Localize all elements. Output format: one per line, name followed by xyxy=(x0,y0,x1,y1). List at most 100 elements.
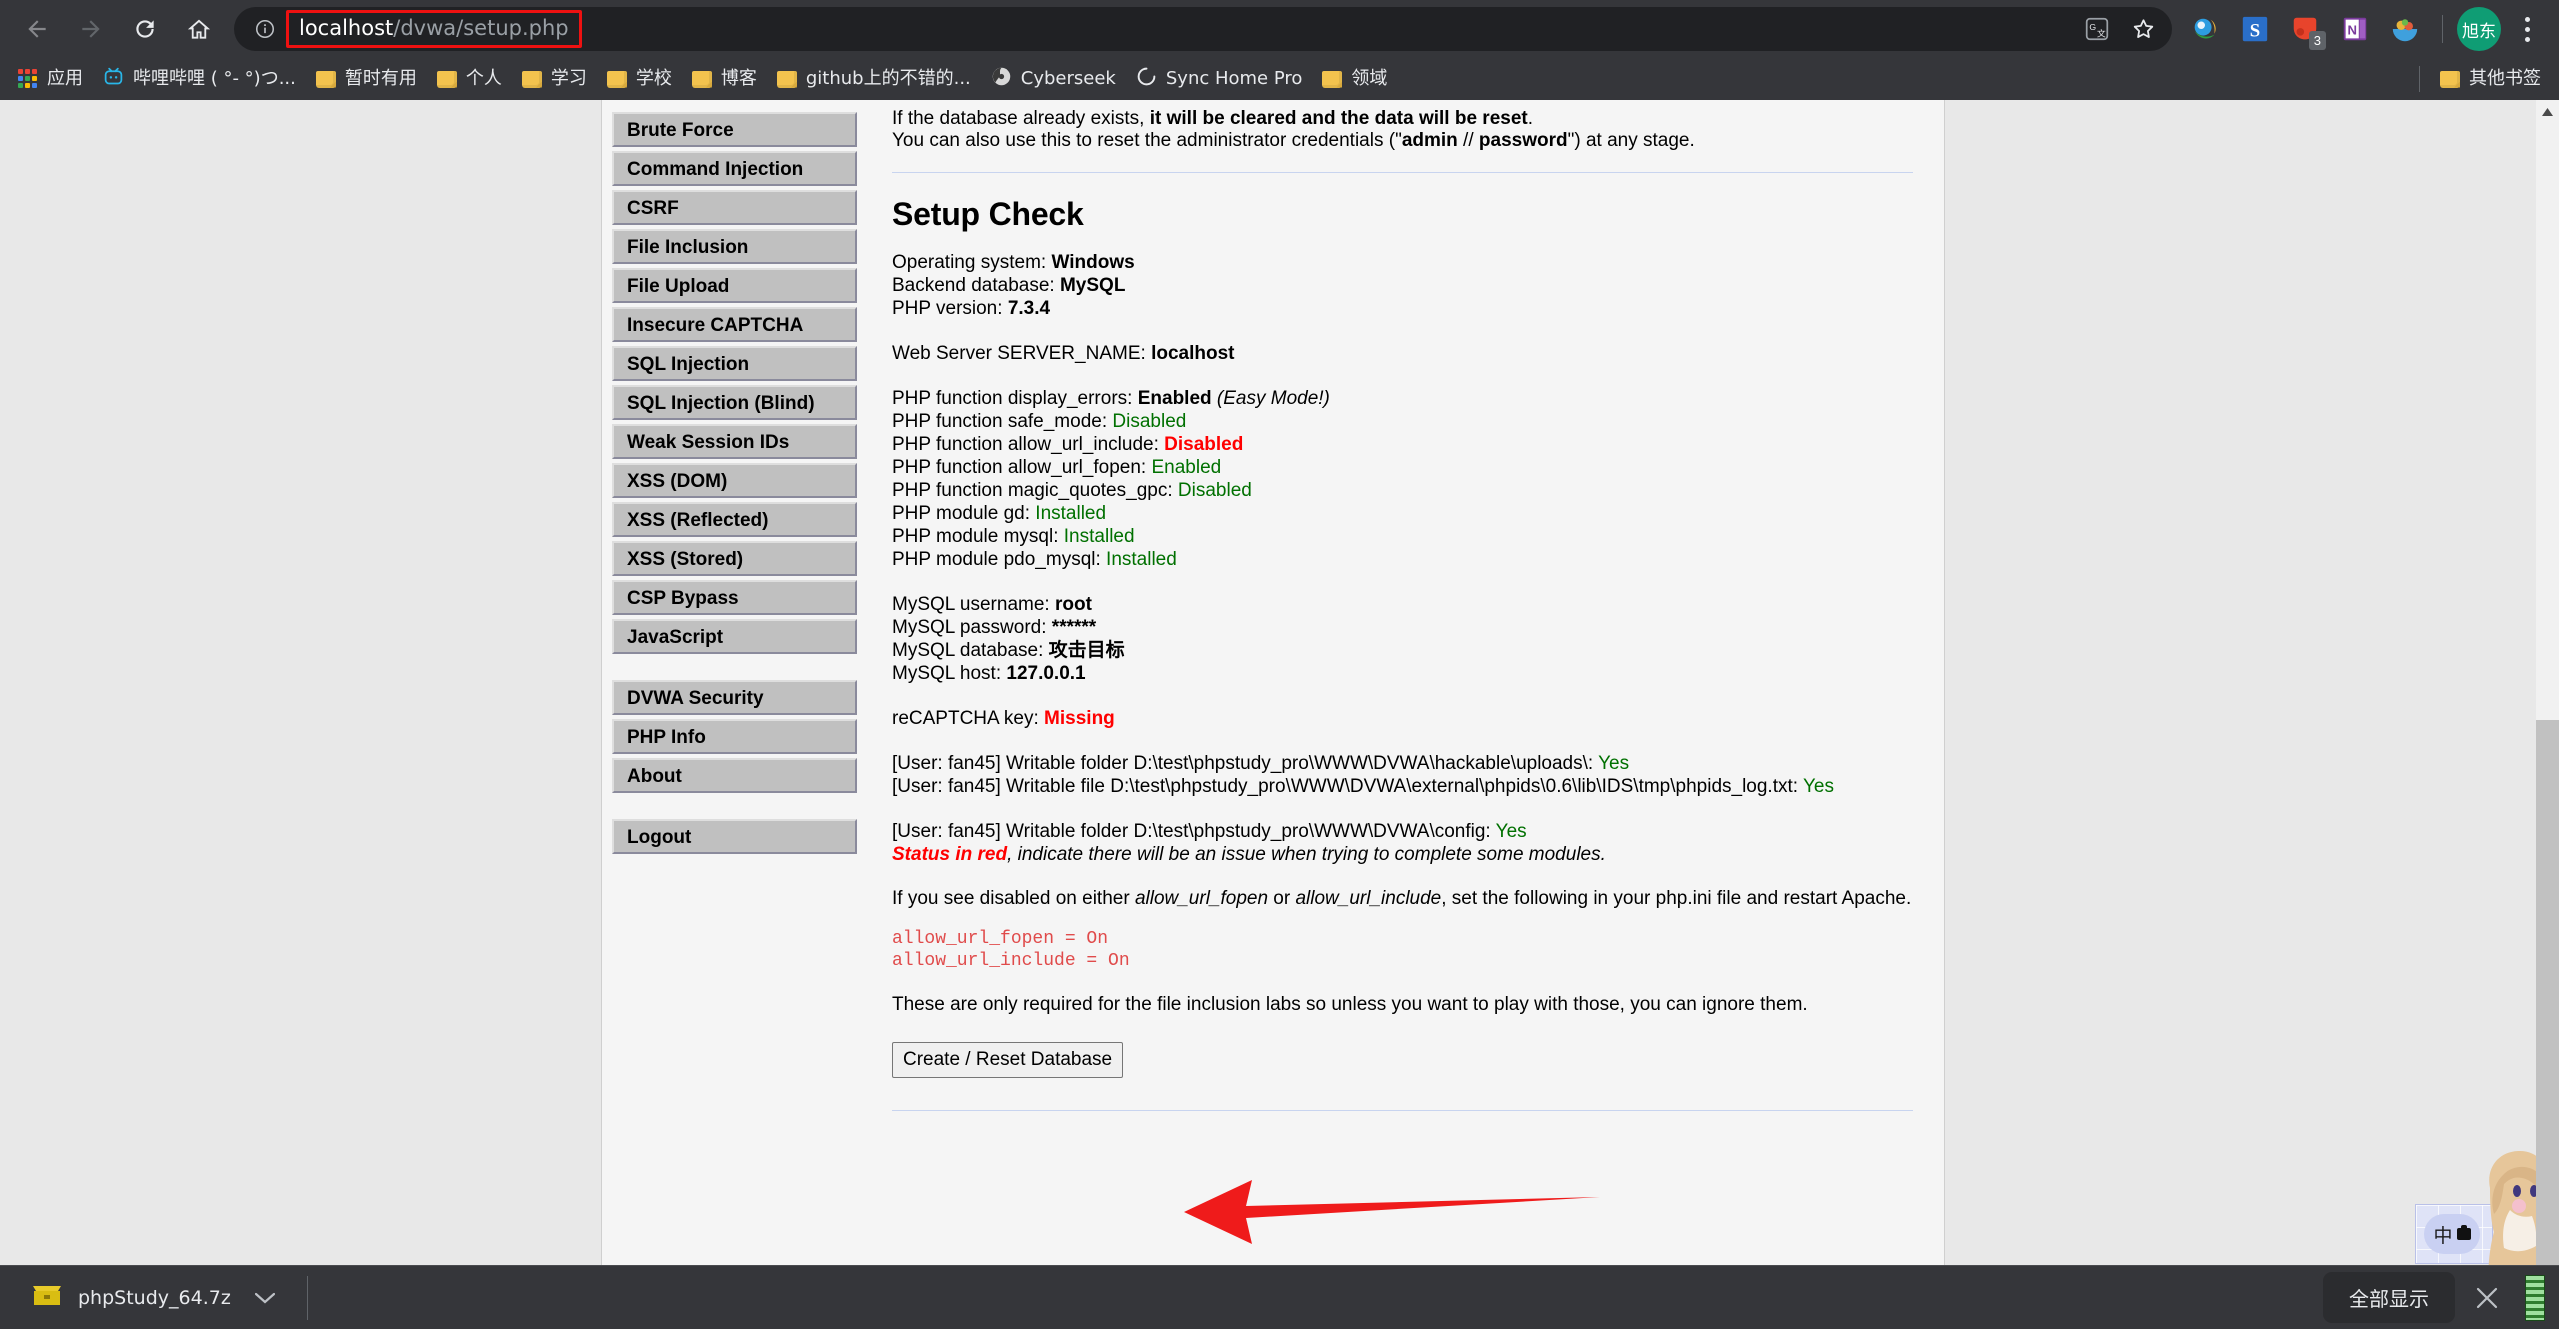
intro-line2-d: password xyxy=(1479,130,1568,151)
browser-toolbar: localhost/dvwa/setup.php G文 xyxy=(0,0,2559,58)
writable-value: Yes xyxy=(1598,753,1629,774)
create-reset-database-button[interactable]: Create / Reset Database xyxy=(892,1042,1123,1078)
archive-icon xyxy=(32,1282,62,1313)
url-path: /dvwa/setup.php xyxy=(393,16,568,40)
check-value: Installed xyxy=(1106,549,1177,570)
bookmark-folder-lingyu[interactable]: 领域 xyxy=(1312,65,1397,93)
bookmark-folder-temp[interactable]: 暂时有用 xyxy=(306,65,427,93)
intro-line2-c: // xyxy=(1458,130,1479,151)
avatar[interactable]: 旭东 xyxy=(2457,7,2501,51)
folder-icon xyxy=(316,71,336,88)
menu-item-csp-bypass[interactable]: CSP Bypass xyxy=(612,580,857,615)
reload-button[interactable] xyxy=(118,2,172,56)
menu-gap xyxy=(612,658,857,680)
onenote-icon[interactable]: N xyxy=(2332,6,2378,52)
folder-icon xyxy=(437,71,457,88)
writable-label: [User: fan45] Writable folder D:\test\ph… xyxy=(892,753,1598,774)
reset-form: Create / Reset Database xyxy=(892,1042,1913,1078)
recaptcha-value: Missing xyxy=(1044,708,1115,729)
address-bar[interactable]: localhost/dvwa/setup.php G文 xyxy=(234,7,2172,51)
bookmark-label: Cyberseek xyxy=(1021,70,1116,88)
db-row: Backend database: MySQL xyxy=(892,274,1913,297)
bookmark-label: 博客 xyxy=(721,70,757,88)
bookmark-bilibili[interactable]: 哔哩哔哩 ( °- °)つ... xyxy=(93,61,306,97)
php-version-label: PHP version: xyxy=(892,298,1008,319)
intro-line2-e: ") at any stage. xyxy=(1568,130,1695,151)
site-info-icon[interactable] xyxy=(248,12,282,46)
ime-language-bar[interactable]: 中 xyxy=(2415,1204,2493,1264)
other-bookmarks-folder[interactable]: 其他书签 xyxy=(2430,65,2551,93)
svg-text:文: 文 xyxy=(2097,28,2106,39)
intro-line2-a: You can also use this to reset the admin… xyxy=(892,130,1402,151)
menu-item-file-upload[interactable]: File Upload xyxy=(612,268,857,303)
menu-item-xss-reflected[interactable]: XSS (Reflected) xyxy=(612,502,857,537)
folder-icon xyxy=(2440,71,2460,88)
bookmark-label: Sync Home Pro xyxy=(1166,70,1303,88)
bookmarks-divider xyxy=(2419,66,2420,92)
menu-item-weak-session-ids[interactable]: Weak Session IDs xyxy=(612,424,857,459)
os-label: Operating system: xyxy=(892,252,1051,273)
menu-item-sql-injection-blind[interactable]: SQL Injection (Blind) xyxy=(612,385,857,420)
php-checks-block: PHP function display_errors: Enabled (Ea… xyxy=(892,387,1913,571)
divider-top xyxy=(892,172,1913,173)
menu-item-logout[interactable]: Logout xyxy=(612,819,857,854)
menu-item-sql-injection[interactable]: SQL Injection xyxy=(612,346,857,381)
menu-item-javascript[interactable]: JavaScript xyxy=(612,619,857,654)
menu-item-command-injection[interactable]: Command Injection xyxy=(612,151,857,186)
url-highlight-box[interactable]: localhost/dvwa/setup.php xyxy=(286,10,582,48)
menu-item-php-info[interactable]: PHP Info xyxy=(612,719,857,754)
fruit-bowl-icon[interactable] xyxy=(2382,6,2428,52)
apps-grid-icon xyxy=(18,69,38,89)
bookmark-folder-personal[interactable]: 个人 xyxy=(427,65,512,93)
server-name-value: localhost xyxy=(1151,343,1234,364)
home-button[interactable] xyxy=(172,2,226,56)
mysql-row: MySQL database: 攻击目标 xyxy=(892,639,1913,662)
bookmark-folder-study[interactable]: 学习 xyxy=(512,65,597,93)
forward-button[interactable] xyxy=(64,2,118,56)
intro-line1-c: . xyxy=(1528,108,1533,129)
page-title: Setup Check xyxy=(892,203,1913,225)
keyboard-icon xyxy=(2457,1228,2471,1240)
menu-item-csrf[interactable]: CSRF xyxy=(612,190,857,225)
bookmark-folder-github[interactable]: github上的不错的... xyxy=(767,65,981,93)
divider-bottom xyxy=(892,1110,1913,1111)
back-button[interactable] xyxy=(10,2,64,56)
menu-item-about[interactable]: About xyxy=(612,758,857,793)
dvwa-container: Brute Force Command Injection CSRF File … xyxy=(601,100,1945,1265)
menu-item-file-inclusion[interactable]: File Inclusion xyxy=(612,229,857,264)
menu-item-xss-stored[interactable]: XSS (Stored) xyxy=(612,541,857,576)
disabled-note-e: , set the following in your php.ini file… xyxy=(1441,888,1911,909)
download-file-name: phpStudy_64.7z xyxy=(78,1287,231,1309)
chrome-menu-icon[interactable] xyxy=(2505,6,2549,52)
translate-icon[interactable]: G文 xyxy=(2074,7,2120,51)
bookmark-folder-blog[interactable]: 博客 xyxy=(682,65,767,93)
internet-download-manager-icon[interactable] xyxy=(2182,6,2228,52)
bookmark-label: 哔哩哔哩 ( °- °)つ... xyxy=(133,70,296,88)
menu-item-brute-force[interactable]: Brute Force xyxy=(612,112,857,147)
scrollbar-thumb[interactable] xyxy=(2536,720,2559,1265)
menu-item-insecure-captcha[interactable]: Insecure CAPTCHA xyxy=(612,307,857,342)
chevron-down-icon[interactable] xyxy=(247,1280,283,1316)
sogou-icon[interactable]: S xyxy=(2232,6,2278,52)
vertical-scrollbar[interactable] xyxy=(2536,100,2559,1265)
bookmark-apps[interactable]: 应用 xyxy=(8,64,93,94)
show-all-downloads-button[interactable]: 全部显示 xyxy=(2323,1272,2455,1323)
bookmark-sync-home-pro[interactable]: Sync Home Pro xyxy=(1126,61,1313,97)
db-value: MySQL xyxy=(1060,275,1125,296)
download-item[interactable]: phpStudy_64.7z xyxy=(14,1274,289,1322)
bookmark-cyberseek[interactable]: Cyberseek xyxy=(981,61,1126,97)
close-icon[interactable] xyxy=(2465,1276,2509,1320)
menu-gap xyxy=(612,797,857,819)
scroll-up-arrow[interactable] xyxy=(2536,100,2559,123)
ime-mode-pill[interactable]: 中 xyxy=(2424,1214,2480,1254)
downloads-actions: 全部显示 xyxy=(2323,1272,2545,1323)
check-label: PHP module mysql: xyxy=(892,526,1064,547)
bookmark-star-icon[interactable] xyxy=(2120,7,2166,51)
menu-item-dvwa-security[interactable]: DVWA Security xyxy=(612,680,857,715)
pocket-icon[interactable]: 3 xyxy=(2282,6,2328,52)
bookmark-folder-school[interactable]: 学校 xyxy=(597,65,682,93)
bookmark-label: 学校 xyxy=(636,70,672,88)
menu-item-xss-dom[interactable]: XSS (DOM) xyxy=(612,463,857,498)
bilibili-icon xyxy=(103,66,124,92)
php-check-row: PHP function magic_quotes_gpc: Disabled xyxy=(892,479,1913,502)
